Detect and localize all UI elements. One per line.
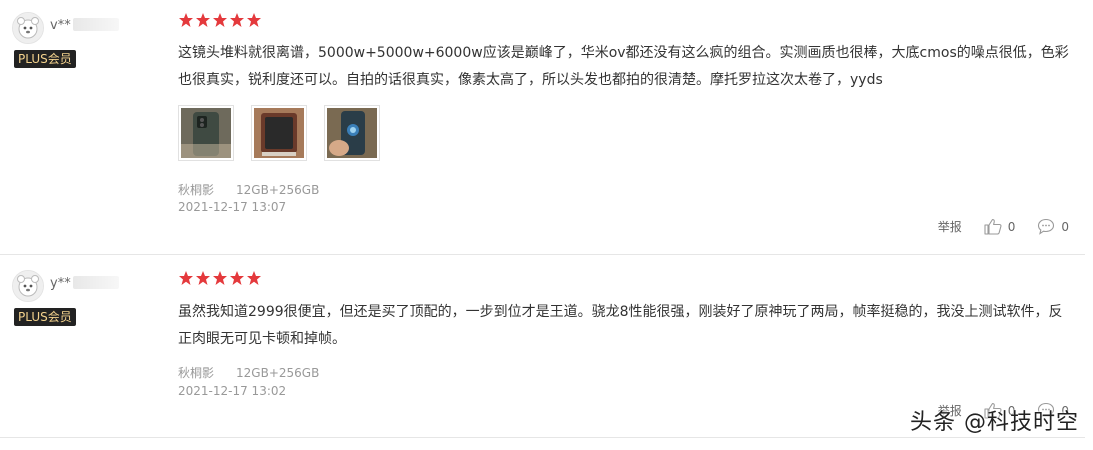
watermark: 头条 @科技时空 [910, 410, 1079, 435]
star-icon [213, 271, 227, 285]
review-date: 2021-12-17 13:07 [178, 200, 287, 214]
phone-box-photo [254, 108, 304, 158]
variant-spec: 12GB+256GB [236, 183, 320, 197]
variant-spec: 12GB+256GB [236, 366, 320, 380]
report-button[interactable]: 举报 [938, 218, 962, 235]
variant-color: 秋桐影 [178, 183, 215, 197]
review-images [178, 105, 380, 161]
star-icon [196, 271, 210, 285]
username: y** [50, 276, 119, 291]
product-variant: 秋桐影 12GB+256GB [178, 364, 319, 381]
comment-bubble-icon [1038, 218, 1055, 235]
phone-hand-photo [327, 108, 377, 158]
comment-count: 0 [1061, 219, 1069, 234]
review-image-thumbnail[interactable] [324, 105, 380, 161]
star-icon [247, 271, 261, 285]
review-image-thumbnail[interactable] [178, 105, 234, 161]
plus-member-badge: PLUS会员 [14, 308, 76, 326]
like-button[interactable]: 0 [984, 218, 1016, 235]
product-variant: 秋桐影 12GB+256GB [178, 181, 319, 198]
review-actions: 举报 0 0 [916, 218, 1069, 235]
plus-member-badge: PLUS会员 [14, 50, 76, 68]
star-icon [179, 13, 193, 27]
review-text: 虽然我知道2999很便宜，但还是买了顶配的，一步到位才是王道。骁龙8性能很强，刚… [178, 304, 1063, 347]
star-icon [230, 13, 244, 27]
star-icon [247, 13, 261, 27]
star-icon [196, 13, 210, 27]
review-divider [0, 254, 1085, 255]
review-divider [0, 437, 1085, 438]
review-item: v** PLUS会员 这镜头堆料就很离谱，5000w+5000w+6000w应该… [0, 0, 1093, 255]
comment-button[interactable]: 0 [1037, 218, 1069, 235]
like-count: 0 [1007, 219, 1016, 234]
star-rating [178, 270, 262, 286]
star-rating [178, 12, 262, 28]
phone-back-photo [181, 108, 231, 158]
review-image-thumbnail[interactable] [251, 105, 307, 161]
avatar[interactable] [12, 12, 44, 44]
avatar[interactable] [12, 270, 44, 302]
variant-color: 秋桐影 [178, 366, 215, 380]
username: v** [50, 18, 119, 33]
star-icon [179, 271, 193, 285]
review-text: 这镜头堆料就很离谱，5000w+5000w+6000w应该是巅峰了，华米ov都还… [178, 45, 1069, 88]
review-date: 2021-12-17 13:02 [178, 384, 287, 398]
star-icon [213, 13, 227, 27]
star-icon [230, 271, 244, 285]
thumbs-up-icon [984, 218, 1002, 235]
